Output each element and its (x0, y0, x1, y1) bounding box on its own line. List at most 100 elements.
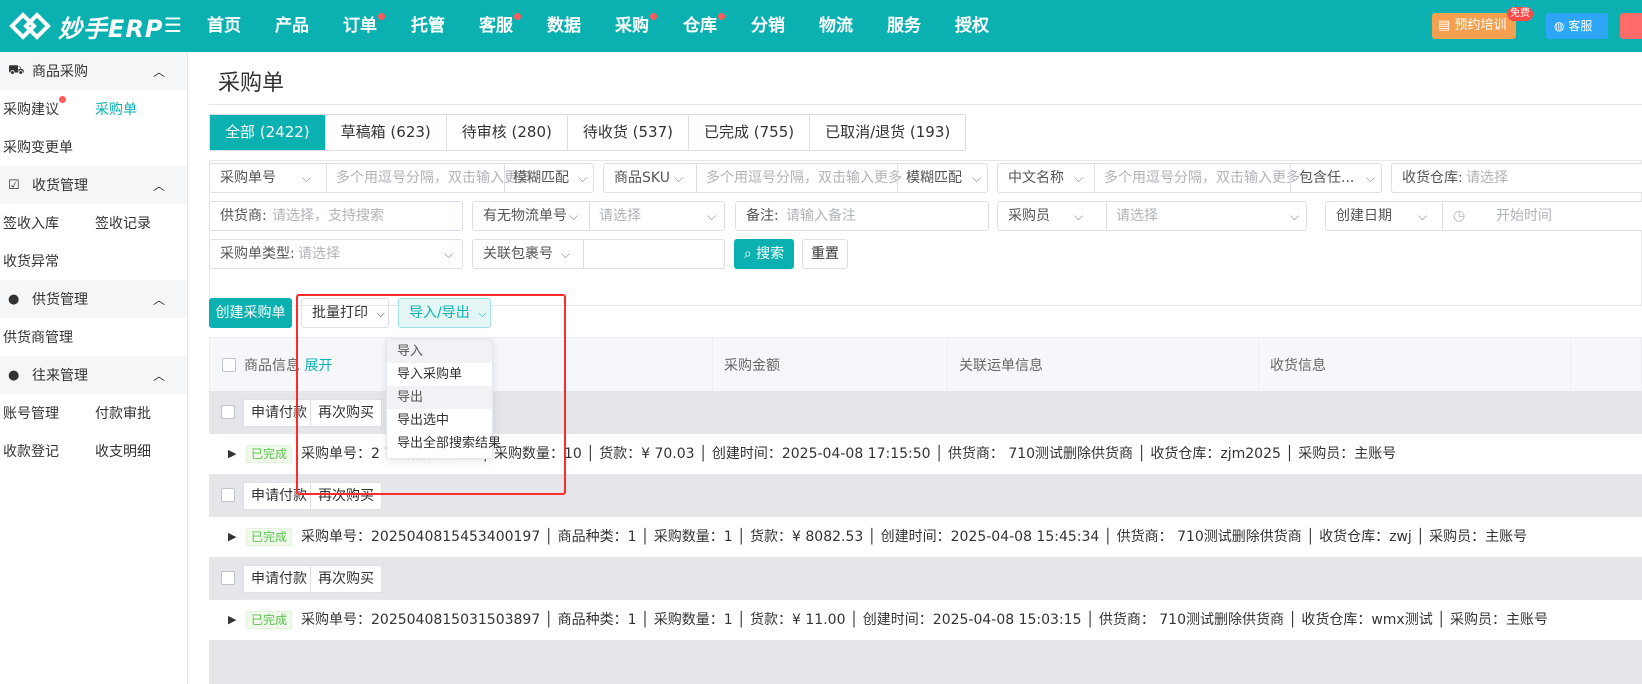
sidebar: ⛟ 商品采购 ︿ 采购建议 采购单 采购变更单 ☑ 收货管理 ︿ 签收入库 签收记录 收货异常 ● 供货管… (0, 52, 188, 684)
nav-item[interactable]: 授权 (938, 0, 1006, 52)
sidebar-group-header[interactable]: ● 往来管理 ︿ (0, 356, 187, 394)
cn-name-input[interactable]: 多个用逗号分隔，双击输入更多 (1094, 164, 1300, 192)
status-tab[interactable]: 待收货 (537) (568, 115, 689, 150)
logistics-select[interactable]: 请选择 (589, 202, 724, 230)
sidebar-item[interactable]: 采购单 (92, 99, 184, 119)
nav-item[interactable]: 订单 (326, 0, 394, 52)
sidebar-group-header[interactable]: ⛟ 商品采购 ︿ (0, 52, 187, 90)
sidebar-row: 采购建议 采购单 (0, 90, 187, 128)
package-input[interactable] (583, 240, 724, 268)
cart-button[interactable] (1620, 13, 1642, 39)
user-gear-icon: ● (8, 291, 20, 307)
buyer-select[interactable]: 请选择 (1106, 202, 1306, 230)
nav-item-label: 分销 (751, 16, 785, 36)
sidebar-item[interactable]: 收货异常 (0, 251, 92, 271)
order-type-filter[interactable]: 采购单类型: 请选择 ⌵ (209, 239, 463, 269)
nav-item[interactable]: 托管 (394, 0, 462, 52)
buyer-filter[interactable]: 采购员 ⌵ 请选择 ⌵ (997, 201, 1307, 231)
sidebar-item[interactable]: 采购建议 (0, 96, 92, 119)
nav-item[interactable]: 物流 (802, 0, 870, 52)
chevron-down-icon: ⌵ (1290, 209, 1300, 223)
sidebar-group-header[interactable]: ● 供货管理 ︿ (0, 280, 187, 318)
package-filter[interactable]: 关联包裹号 ⌵ (472, 239, 725, 269)
sidebar-item-label: 采购单 (95, 102, 137, 118)
expand-row-icon[interactable]: ▶ (228, 517, 236, 557)
page-title: 采购单 (218, 71, 285, 96)
nav-item[interactable]: 产品 (258, 0, 326, 52)
sidebar-item[interactable]: 收支明细 (92, 441, 184, 461)
nav-item[interactable]: 仓库 (666, 0, 734, 52)
nav-item[interactable]: 首页 (190, 0, 258, 52)
row-checkbox[interactable] (221, 571, 235, 585)
status-tab[interactable]: 待审核 (280) (447, 115, 568, 150)
row-checkbox[interactable] (221, 488, 235, 502)
nav-item[interactable]: 客服 (462, 0, 530, 52)
apply-payment-button[interactable]: 申请付款 (243, 565, 315, 593)
sidebar-item-label: 签收记录 (95, 216, 151, 232)
status-tab[interactable]: 已完成 (755) (689, 115, 811, 150)
nav-item-label: 客服 (479, 16, 513, 36)
nav-item[interactable]: 分销 (734, 0, 802, 52)
status-badge: 已完成 (246, 611, 293, 629)
start-time-input[interactable]: 开始时间 (1496, 202, 1552, 230)
logo-text: 妙手ERP (58, 14, 164, 43)
sidebar-item[interactable]: 签收记录 (92, 213, 184, 233)
logo[interactable]: 妙手ERP (8, 8, 163, 44)
sidebar-item[interactable]: 账号管理 (0, 403, 92, 423)
book-training-button[interactable]: ▤ 预约培训 (1432, 13, 1516, 39)
supplier-filter[interactable]: 供货商: 请选择，支持搜索 (209, 201, 463, 231)
notification-dot (59, 96, 66, 103)
warehouse-filter[interactable]: 收货仓库: 请选择 (1391, 163, 1642, 193)
column-divider (712, 338, 713, 394)
book-training-label: 预约培训 (1454, 18, 1507, 33)
status-tab[interactable]: 已取消/退货 (193) (810, 115, 965, 150)
sidebar-item[interactable]: 采购变更单 (0, 137, 92, 157)
sidebar-item[interactable]: 付款审批 (92, 403, 184, 423)
cn-name-filter[interactable]: 中文名称 ⌵ 多个用逗号分隔，双击输入更多 包含任... ⌵ (997, 163, 1382, 193)
row-checkbox[interactable] (221, 405, 235, 419)
nav-item[interactable]: 数据 (530, 0, 598, 52)
remark-input[interactable]: 请输入备注 (786, 202, 856, 230)
col-goods-info-label: 商品信息 (244, 358, 300, 374)
order-type-select[interactable]: 请选择 (298, 240, 340, 268)
create-date-filter[interactable]: 创建日期 ⌵ ◷ 开始时间 (1325, 201, 1642, 231)
logistics-filter[interactable]: 有无物流单号 ⌵ 请选择 ⌵ (472, 201, 725, 231)
logistics-select-label: 有无物流单号 (483, 208, 567, 224)
create-order-button[interactable]: 创建采购单 (209, 298, 292, 328)
expand-row-icon[interactable]: ▶ (228, 600, 236, 640)
customer-service-button[interactable]: ◍ 客服 (1546, 13, 1608, 39)
menu-toggle-icon[interactable]: ☰ (164, 15, 182, 35)
status-badge: 已完成 (246, 528, 293, 546)
package-select-label: 关联包裹号 (483, 246, 553, 262)
search-icon: ⌕ (743, 246, 752, 262)
sidebar-item[interactable]: 签收入库 (0, 213, 92, 233)
sidebar-item-label: 采购变更单 (3, 140, 73, 156)
sidebar-item[interactable]: 供货商管理 (0, 327, 92, 347)
nav-item[interactable]: 服务 (870, 0, 938, 52)
supplier-input[interactable]: 请选择，支持搜索 (272, 202, 384, 230)
sidebar-group-header[interactable]: ☑ 收货管理 ︿ (0, 166, 187, 204)
expand-row-icon[interactable]: ▶ (228, 434, 236, 474)
sidebar-row: 收款登记 收支明细 (0, 432, 187, 470)
reset-button[interactable]: 重置 (802, 239, 848, 269)
buy-again-button[interactable]: 再次购买 (310, 565, 382, 593)
cn-name-select-label: 中文名称 (1008, 170, 1064, 186)
search-button[interactable]: ⌕ 搜索 (734, 239, 794, 269)
status-tab[interactable]: 草稿箱 (623) (326, 115, 447, 150)
order-action-row: 申请付款 再次购买 (209, 557, 1642, 600)
nav-item-label: 数据 (547, 16, 581, 36)
order-no-input[interactable]: 多个用逗号分隔，双击输入更多 (326, 164, 532, 192)
chevron-up-icon: ︿ (152, 179, 165, 193)
chevron-down-icon: ⌵ (444, 247, 454, 261)
sku-filter[interactable]: 商品SKU ⌵ 多个用逗号分隔，双击输入更多 模糊匹配 ⌵ (603, 163, 988, 193)
order-no-filter[interactable]: 采购单号 ⌵ 多个用逗号分隔，双击输入更多 模糊匹配 ⌵ (209, 163, 594, 193)
sidebar-item[interactable]: 收款登记 (0, 441, 92, 461)
calendar-icon: ▤ (1438, 18, 1451, 33)
select-all-checkbox[interactable] (222, 358, 236, 372)
status-tab[interactable]: 全部 (2422) (210, 115, 326, 150)
sku-input[interactable]: 多个用逗号分隔，双击输入更多 (696, 164, 902, 192)
chevron-down-icon: ⌵ (1366, 171, 1376, 185)
warehouse-select[interactable]: 请选择 (1466, 164, 1508, 192)
remark-filter[interactable]: 备注: 请输入备注 (735, 201, 989, 231)
nav-item[interactable]: 采购 (598, 0, 666, 52)
